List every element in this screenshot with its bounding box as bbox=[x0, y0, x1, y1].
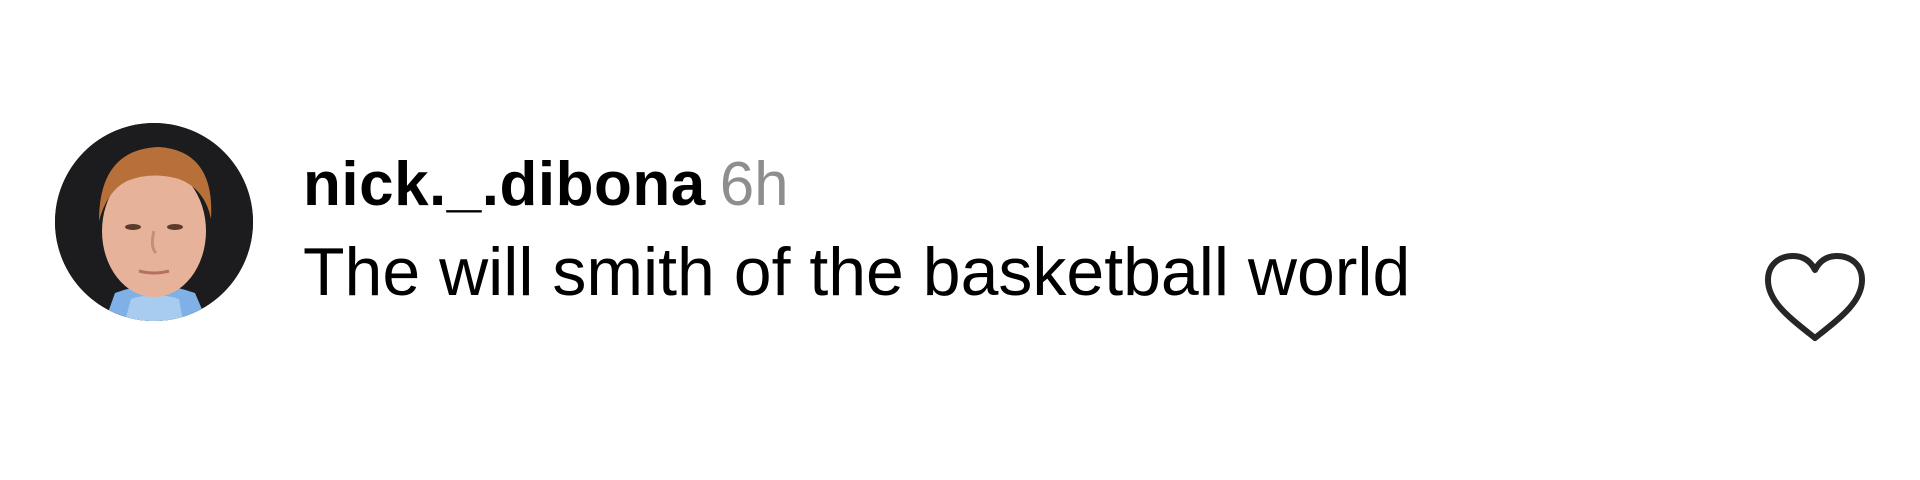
comment-meta: nick._.dibona 6h bbox=[303, 145, 1743, 225]
comment-body: nick._.dibona 6h The will smith of the ba… bbox=[303, 145, 1743, 317]
username-link[interactable]: nick._.dibona bbox=[303, 150, 706, 219]
comment-text: The will smith of the basketball world bbox=[303, 234, 1411, 310]
avatar[interactable] bbox=[55, 123, 253, 321]
timestamp: 6h bbox=[719, 150, 789, 219]
heart-outline-icon bbox=[1765, 253, 1865, 341]
comment-item: nick._.dibona 6h The will smith of the ba… bbox=[0, 0, 1920, 480]
avatar-photo-icon bbox=[55, 123, 253, 321]
like-button[interactable] bbox=[1762, 250, 1868, 346]
